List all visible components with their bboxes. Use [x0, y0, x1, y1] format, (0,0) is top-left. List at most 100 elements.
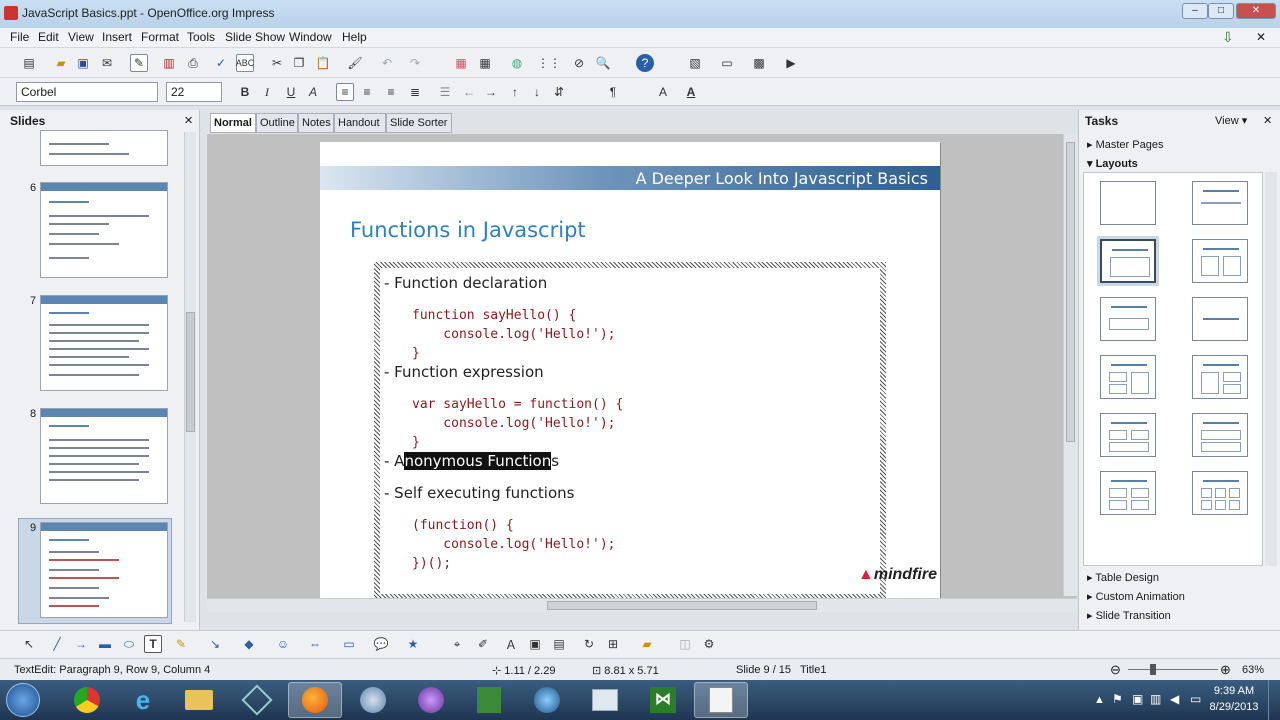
table-icon[interactable]: ▦ — [476, 54, 494, 72]
zoom-out-icon[interactable]: ⊖ — [1110, 662, 1121, 678]
tray-volume-icon[interactable]: ◀ — [1170, 692, 1179, 706]
menu-edit[interactable]: Edit — [38, 30, 59, 44]
font-name-box[interactable]: Corbel — [16, 82, 158, 102]
close-button[interactable]: ✕ — [1236, 3, 1276, 19]
layout-title-content-over[interactable] — [1192, 413, 1248, 457]
section-table-design[interactable]: ▸ Table Design — [1087, 571, 1159, 584]
symbol-shapes-icon[interactable]: ☺ — [274, 635, 292, 653]
layout-centered-text[interactable] — [1192, 297, 1248, 341]
excel-icon[interactable] — [462, 682, 516, 718]
menu-insert[interactable]: Insert — [102, 30, 132, 44]
line-arrow-icon[interactable]: → — [72, 635, 90, 653]
clone-format-icon[interactable]: 🖌 — [346, 54, 364, 72]
curve-icon[interactable]: ✎ — [172, 635, 190, 653]
paragraph-icon[interactable]: ¶ — [604, 83, 622, 101]
slide-thumbnail-8[interactable] — [40, 408, 168, 504]
align-right-icon[interactable]: ≡ — [382, 83, 400, 101]
navigator-icon[interactable]: ◍ — [508, 54, 526, 72]
slides-scrollbar[interactable] — [184, 132, 196, 622]
align-icon[interactable]: ⊞ — [604, 635, 622, 653]
shadow-icon[interactable]: A — [304, 83, 322, 101]
interaction-icon[interactable]: ⚙ — [700, 635, 718, 653]
slide-title[interactable]: Functions in Javascript — [350, 218, 586, 242]
font-size-box[interactable]: 22 — [166, 82, 222, 102]
tray-network-icon[interactable]: ▥ — [1150, 692, 1161, 706]
align-center-icon[interactable]: ≡ — [358, 83, 376, 101]
help-icon[interactable]: ? — [636, 54, 654, 72]
tab-outline[interactable]: Outline — [256, 113, 298, 133]
italic-icon[interactable]: I — [258, 83, 276, 101]
tab-notes[interactable]: Notes — [298, 113, 334, 133]
fontwork-icon[interactable]: Ａ — [502, 635, 520, 653]
layout-title-only[interactable] — [1192, 181, 1248, 225]
character-icon[interactable]: A — [654, 83, 672, 101]
cut-icon[interactable]: ✂ — [268, 54, 286, 72]
autospell-icon[interactable]: ABC — [236, 54, 254, 72]
tasks-view-menu[interactable]: View ▾ — [1215, 114, 1247, 127]
edit-file-icon[interactable]: ✎ — [130, 54, 148, 72]
taskbar-app-icon[interactable] — [230, 682, 284, 718]
copy-icon[interactable]: ❐ — [290, 54, 308, 72]
tray-display-icon[interactable]: ▭ — [1190, 692, 1201, 706]
demote-icon[interactable]: → — [482, 83, 500, 101]
tab-slide-sorter[interactable]: Slide Sorter — [386, 113, 452, 133]
menu-view[interactable]: View — [68, 30, 94, 44]
paste-icon[interactable]: 📋 — [314, 54, 332, 72]
slides-panel-close-icon[interactable]: ✕ — [184, 114, 193, 127]
justify-icon[interactable]: ≣ — [406, 83, 424, 101]
messenger-icon[interactable] — [520, 682, 574, 718]
section-layouts[interactable]: ▾ Layouts — [1087, 157, 1138, 170]
move-down-icon[interactable]: ↓ — [528, 83, 546, 101]
points-icon[interactable]: ⌖ — [448, 635, 466, 653]
open-icon[interactable]: ▰ — [52, 54, 70, 72]
menu-slide-show[interactable]: Slide Show — [225, 30, 285, 44]
extrusion-icon[interactable]: ◫ — [676, 635, 694, 653]
layout-title-2-content-over[interactable] — [1100, 413, 1156, 457]
zoom-icon[interactable]: 🔍 — [594, 54, 612, 72]
menu-help[interactable]: Help — [342, 30, 367, 44]
font-color-icon[interactable]: A — [682, 83, 700, 101]
editor-vertical-scrollbar[interactable] — [1063, 134, 1077, 596]
gallery-icon[interactable]: ▧ — [686, 54, 704, 72]
redo-icon[interactable]: ↷ — [406, 54, 424, 72]
glue-points-icon[interactable]: ✐ — [474, 635, 492, 653]
layout-title-content-2[interactable] — [1100, 355, 1156, 399]
openoffice-impress-icon[interactable] — [694, 682, 748, 718]
text-tool-icon[interactable]: T — [144, 635, 162, 653]
move-up-icon[interactable]: ↑ — [506, 83, 524, 101]
select-arrow-icon[interactable]: ↖ — [20, 635, 38, 653]
rectangle-icon[interactable]: ▬ — [96, 635, 114, 653]
menu-file[interactable]: File — [10, 30, 29, 44]
promote-icon[interactable]: ← — [460, 83, 478, 101]
close-document-icon[interactable]: ✕ — [1256, 30, 1266, 44]
firefox-icon[interactable] — [288, 682, 342, 718]
from-file-icon[interactable]: ▣ — [526, 635, 544, 653]
clock-time[interactable]: 9:39 AM — [1208, 685, 1260, 697]
new-icon[interactable]: ▤ — [20, 54, 38, 72]
tab-handout[interactable]: Handout — [334, 113, 386, 133]
bullets-icon[interactable]: ☰ — [436, 83, 454, 101]
maximize-button[interactable]: □ — [1208, 3, 1234, 19]
section-custom-animation[interactable]: ▸ Custom Animation — [1087, 590, 1185, 603]
slide-thumbnail-6[interactable] — [40, 182, 168, 278]
no-draw-icon[interactable]: ⊘ — [570, 54, 588, 72]
layout-content-title-2[interactable] — [1192, 355, 1248, 399]
start-button[interactable] — [6, 683, 40, 717]
chart-icon[interactable]: ▦ — [452, 54, 470, 72]
block-arrows-icon[interactable]: ⇔ — [306, 635, 324, 653]
chrome-icon[interactable] — [60, 682, 114, 718]
flowchart-icon[interactable]: ▭ — [340, 635, 358, 653]
section-master-pages[interactable]: ▸ Master Pages — [1087, 138, 1163, 151]
minimize-button[interactable]: – — [1182, 3, 1208, 19]
menu-tools[interactable]: Tools — [187, 30, 215, 44]
undo-icon[interactable]: ↶ — [378, 54, 396, 72]
tasks-panel-close-icon[interactable]: ✕ — [1263, 114, 1272, 127]
zoom-slider-thumb[interactable] — [1150, 664, 1156, 675]
display-views-icon[interactable]: ▭ — [718, 54, 736, 72]
bold-icon[interactable]: B — [236, 83, 254, 101]
print-icon[interactable]: ⎙ — [184, 54, 202, 72]
tray-app-icon[interactable]: ▣ — [1132, 692, 1143, 706]
callouts-icon[interactable]: 💬 — [372, 635, 390, 653]
tray-arrow-icon[interactable]: ▲ — [1094, 694, 1105, 706]
slide-thumbnail-7[interactable] — [40, 295, 168, 391]
